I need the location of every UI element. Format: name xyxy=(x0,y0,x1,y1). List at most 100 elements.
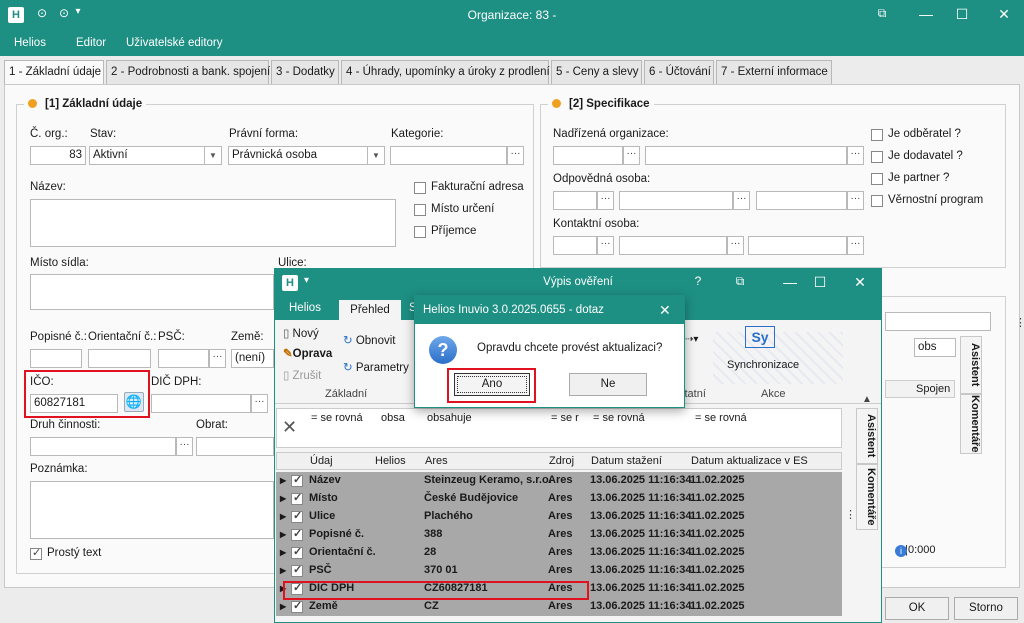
fakturacni-checkbox[interactable] xyxy=(414,182,426,194)
row-expand-icon[interactable]: ▶ xyxy=(280,602,286,611)
storno-button[interactable]: Storno xyxy=(954,597,1018,620)
oprava-button[interactable]: ✎Oprava xyxy=(283,346,332,360)
poznamka-textarea[interactable] xyxy=(30,481,274,539)
table-row[interactable]: ▶ Ulice Plachého Ares 13.06.2025 11:16:3411.… xyxy=(276,508,842,526)
clear-filter-icon[interactable]: ✕ xyxy=(282,417,297,438)
stav-dropdown-icon[interactable]: ▼ xyxy=(205,146,222,165)
tab-ceny[interactable]: 5 - Ceny a slevy xyxy=(551,60,642,84)
ok-button[interactable]: OK xyxy=(885,597,949,620)
prosty-text-checkbox[interactable] xyxy=(30,546,42,560)
odpovedna-extra-lookup[interactable]: ··· xyxy=(847,191,864,210)
vypis-asistent-tab[interactable]: Asistent xyxy=(856,408,878,464)
obs-filter[interactable]: obs xyxy=(914,338,956,357)
right-panel-input[interactable] xyxy=(885,312,991,331)
menu-editor[interactable]: Editor xyxy=(76,37,106,49)
filter-helios[interactable]: obsa xyxy=(381,412,405,424)
col-datum[interactable]: Datum stažení xyxy=(591,455,662,467)
stav-select[interactable]: Aktivní xyxy=(89,146,205,165)
kategorie-lookup-button[interactable]: ··· xyxy=(507,146,524,165)
odpovedna-name-lookup[interactable]: ··· xyxy=(733,191,750,210)
maximize-button[interactable]: ☐ xyxy=(952,6,972,23)
row-expand-icon[interactable]: ▶ xyxy=(280,548,286,557)
col-udaj[interactable]: Údaj xyxy=(310,455,333,467)
nadrizena-lookup-button[interactable]: ··· xyxy=(623,146,640,165)
ne-button[interactable]: Ne xyxy=(569,373,647,396)
kontaktni-extra-input[interactable] xyxy=(748,236,847,255)
cislo-input[interactable]: 83 xyxy=(30,146,86,165)
help-button[interactable]: ? xyxy=(688,274,708,288)
asistent-side-tab[interactable]: Asistent xyxy=(960,336,982,394)
orient-input[interactable] xyxy=(88,349,151,368)
row-checkbox[interactable] xyxy=(291,473,303,487)
dodavatel-checkbox[interactable] xyxy=(871,151,883,163)
row-expand-icon[interactable]: ▶ xyxy=(280,512,286,521)
row-expand-icon[interactable]: ▶ xyxy=(280,566,286,575)
tab-uhrady[interactable]: 4 - Úhrady, upomínky a úroky z prodlení xyxy=(341,60,550,84)
col-zdroj[interactable]: Zdroj xyxy=(549,455,574,467)
prijemce-checkbox[interactable] xyxy=(414,226,426,238)
dialog-close-button[interactable]: ✕ xyxy=(659,302,671,319)
pravni-select[interactable]: Právnická osoba xyxy=(228,146,368,165)
vypis-komentare-tab[interactable]: Komentáře xyxy=(856,464,878,530)
minimize-button[interactable]: — xyxy=(916,6,936,22)
filter-udaj[interactable]: = se rovná xyxy=(311,412,363,424)
obrat-input[interactable] xyxy=(196,437,274,456)
filter-zdroj[interactable]: = se r xyxy=(551,412,579,424)
vypis-tab-prehled[interactable]: Přehled xyxy=(339,300,401,320)
row-checkbox[interactable] xyxy=(291,545,303,559)
nadrizena-name-lookup-button[interactable]: ··· xyxy=(847,146,864,165)
vernostni-checkbox[interactable] xyxy=(871,195,883,207)
row-checkbox[interactable] xyxy=(291,599,303,613)
row-checkbox[interactable] xyxy=(291,491,303,505)
vypis-splitter-icon[interactable]: ⋮ xyxy=(845,508,856,521)
novy-button[interactable]: ▯ Nový xyxy=(283,326,319,340)
parametry-button[interactable]: ↻ Parametry xyxy=(343,360,409,374)
splitter-icon[interactable]: ⋮ xyxy=(1015,316,1024,329)
tab-zakladni[interactable]: 1 - Základní údaje xyxy=(4,60,104,85)
kontaktni-code-input[interactable] xyxy=(553,236,597,255)
odpovedna-name-input[interactable] xyxy=(619,191,733,210)
kontaktni-lookup-button[interactable]: ··· xyxy=(597,236,614,255)
odpovedna-lookup-button[interactable]: ··· xyxy=(597,191,614,210)
vypis-maximize-button[interactable]: ☐ xyxy=(810,274,830,291)
nadrizena-name-input[interactable] xyxy=(645,146,847,165)
kontaktni-name-lookup[interactable]: ··· xyxy=(727,236,744,255)
filter-aktualizace[interactable]: = se rovná xyxy=(695,412,747,424)
col-helios[interactable]: Helios xyxy=(375,455,406,467)
menu-helios[interactable]: Helios xyxy=(14,37,46,49)
kategorie-input[interactable] xyxy=(390,146,507,165)
table-row[interactable]: ▶ Země CZ Ares 13.06.2025 11:16:3411.02.2025 xyxy=(276,598,842,616)
tab-externi[interactable]: 7 - Externí informace xyxy=(716,60,832,84)
vypis-tab-helios[interactable]: Helios xyxy=(289,302,321,314)
tab-podrobnosti[interactable]: 2 - Podrobnosti a bank. spojení xyxy=(106,60,270,84)
druh-lookup-button[interactable]: ··· xyxy=(176,437,193,456)
row-checkbox[interactable] xyxy=(291,527,303,541)
nazev-textarea[interactable] xyxy=(30,199,396,247)
odberatel-checkbox[interactable] xyxy=(871,129,883,141)
menu-user-editors[interactable]: Uživatelské editory xyxy=(126,37,223,49)
partner-checkbox[interactable] xyxy=(871,173,883,185)
druh-input[interactable] xyxy=(30,437,176,456)
filter-ares[interactable]: obsahuje xyxy=(427,412,472,424)
misto-textarea[interactable] xyxy=(30,274,274,310)
pravni-dropdown-icon[interactable]: ▼ xyxy=(368,146,385,165)
obnovit-button[interactable]: ↻ Obnovit xyxy=(343,333,395,347)
zrusit-button[interactable]: ▯ Zrušit xyxy=(283,368,321,382)
odpovedna-extra-input[interactable] xyxy=(756,191,847,210)
psc-input[interactable] xyxy=(158,349,209,368)
row-checkbox[interactable] xyxy=(291,563,303,577)
row-expand-icon[interactable]: ▶ xyxy=(280,530,286,539)
nadrizena-code-input[interactable] xyxy=(553,146,623,165)
vypis-restore-icon[interactable]: ⧉ xyxy=(730,274,750,289)
sync-button[interactable]: Synchronizace xyxy=(727,359,799,371)
spojen-header[interactable]: Spojen xyxy=(885,380,955,398)
row-expand-icon[interactable]: ▶ xyxy=(280,494,286,503)
restore-panel-icon[interactable]: ⧉ xyxy=(872,6,892,21)
close-button[interactable]: ✕ xyxy=(994,6,1014,23)
vypis-minimize-button[interactable]: — xyxy=(780,274,800,290)
col-aktualizace[interactable]: Datum aktualizace v ES xyxy=(691,455,808,467)
misto-urceni-checkbox[interactable] xyxy=(414,204,426,216)
vypis-close-button[interactable]: ✕ xyxy=(850,274,870,291)
col-ares[interactable]: Ares xyxy=(425,455,448,467)
dic-input[interactable] xyxy=(151,394,251,413)
